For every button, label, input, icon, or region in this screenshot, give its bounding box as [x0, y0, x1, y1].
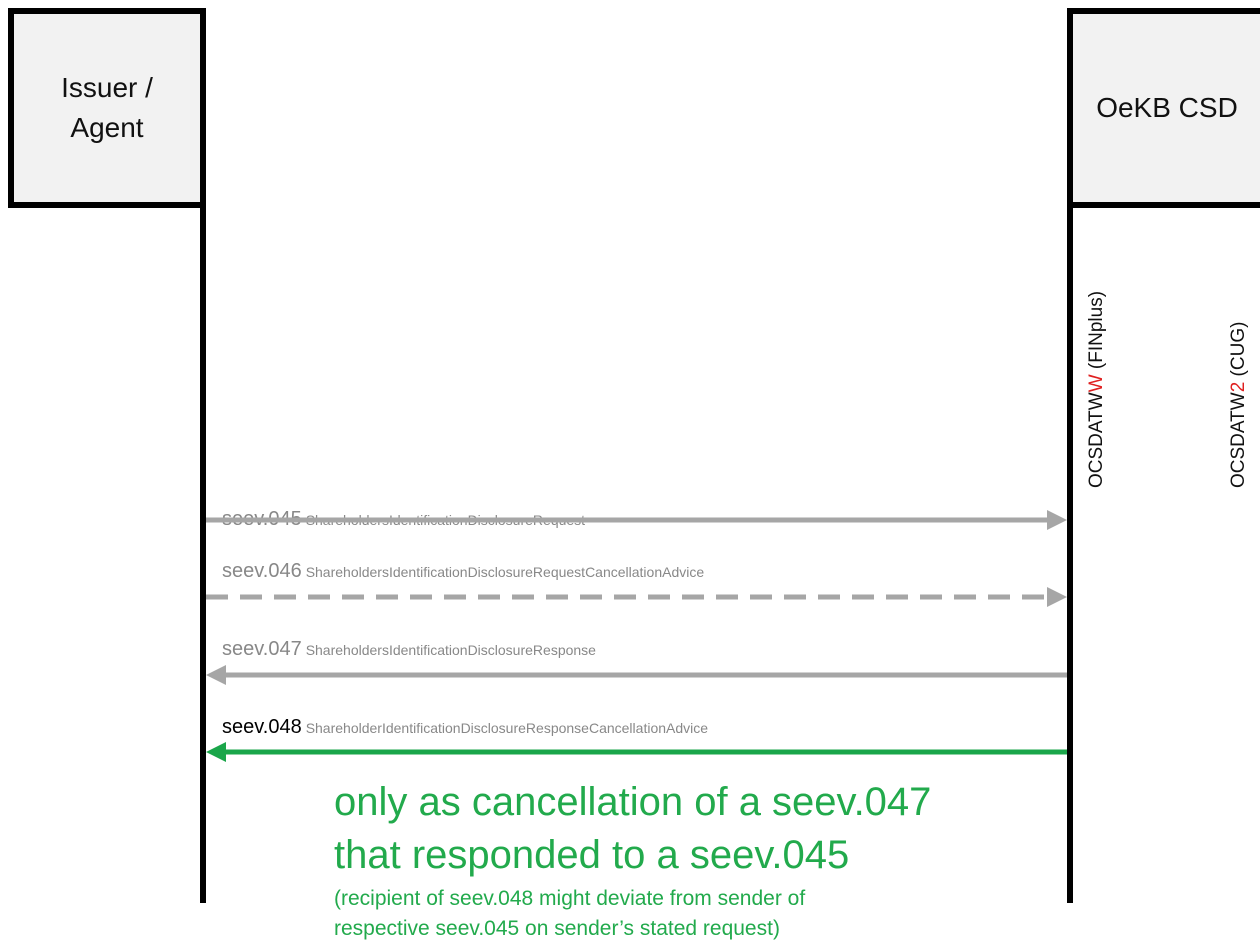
note-sub-line-2: respective seev.045 on sender’s stated r… — [334, 917, 780, 940]
note-line-1: only as cancellation of a seev.047 — [334, 780, 932, 824]
arrow-seev046 — [206, 587, 1067, 607]
arrow-seev045 — [206, 510, 1067, 530]
arrow-seev047 — [206, 665, 1067, 685]
note-line-2: that responded to a seev.045 — [334, 833, 850, 877]
note-sub-line-1: (recipient of seev.048 might deviate fro… — [334, 887, 806, 910]
arrow-seev048 — [206, 742, 1067, 762]
